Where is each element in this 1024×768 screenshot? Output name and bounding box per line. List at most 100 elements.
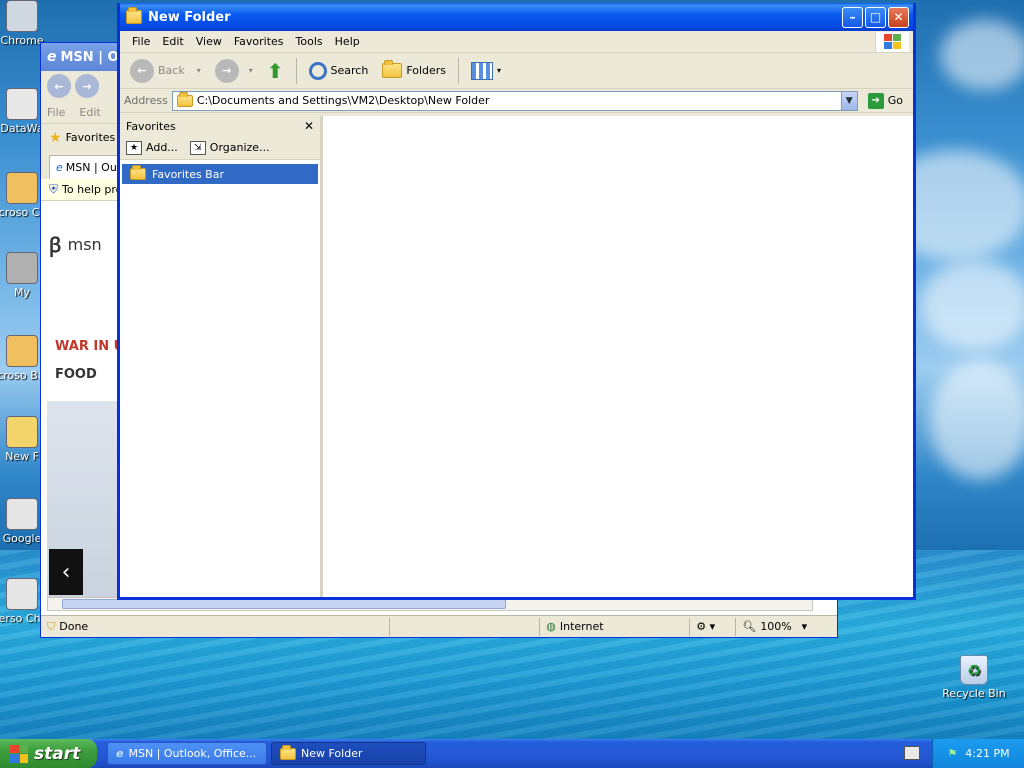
windows-flag-icon	[875, 31, 909, 52]
address-folder-icon	[176, 91, 193, 107]
add-favorite-button[interactable]: ★ Add...	[126, 140, 178, 155]
ie-back-icon[interactable]: ←	[47, 74, 71, 98]
recycle-bin-label: Recycle Bin	[942, 687, 1006, 700]
back-dropdown-icon: ▾	[196, 66, 201, 75]
menu-help[interactable]: Help	[329, 35, 366, 48]
start-button[interactable]: start	[0, 739, 97, 768]
favorites-pane: Favorites ✕ ★ Add... ⇲ Organize... Favor…	[120, 116, 323, 597]
taskbar-button-msn[interactable]: e MSN | Outlook, Office...	[107, 742, 267, 765]
ie-taskbar-icon: e	[116, 747, 124, 760]
ie-tab-icon: e	[56, 161, 63, 174]
msn-favorites-label[interactable]: Favorites	[66, 131, 116, 144]
menu-tools[interactable]: Tools	[290, 35, 329, 48]
taskbar: start e MSN | Outlook, Office... New Fol…	[0, 739, 1024, 768]
add-favorite-icon: ★	[126, 140, 142, 155]
desktop-icon[interactable]: Chrome	[0, 0, 60, 47]
desktop-icon-label: Chrome	[0, 34, 44, 47]
msn-nav-food[interactable]: FOOD	[55, 367, 97, 382]
desktop-icon-label: Google	[2, 532, 42, 545]
msn-menu-file[interactable]: File	[47, 106, 65, 119]
protected-mode-icon[interactable]: ⚙ ▾	[689, 617, 735, 636]
explorer-titlebar[interactable]: New Folder – □ ✕	[120, 3, 913, 31]
msn-status-done: Done	[59, 620, 89, 633]
explorer-window[interactable]: New Folder – □ ✕ File Edit View Favorite…	[117, 3, 916, 600]
carousel-prev-button[interactable]: ‹	[49, 549, 83, 595]
shield-icon: ⛨	[49, 182, 59, 196]
zoom-control[interactable]: 🔍︎ 100% ▾	[735, 617, 819, 636]
folder-title-icon	[126, 7, 142, 24]
views-icon	[471, 61, 494, 80]
desktop-shortcut-icon	[6, 335, 38, 367]
toolbar-separator	[458, 57, 460, 84]
menu-view[interactable]: View	[190, 35, 228, 48]
msn-butterfly-icon: ꞵ	[49, 233, 62, 257]
status-zone: ◍ Internet	[539, 617, 689, 636]
folders-icon	[382, 60, 403, 78]
zoom-icon: 🔍︎	[742, 620, 757, 633]
favorites-star-icon: ★	[49, 129, 62, 146]
address-bar: Address C:\Documents and Settings\VM2\De…	[120, 89, 913, 113]
folder-icon	[130, 165, 146, 180]
go-button[interactable]: ➔ Go	[862, 92, 909, 109]
views-dropdown-icon: ▾	[497, 66, 502, 75]
desktop-shortcut-icon	[6, 252, 38, 284]
favorites-pane-title: Favorites	[126, 119, 176, 133]
ie-icon: e	[47, 49, 57, 65]
msn-headline[interactable]: WAR IN U	[55, 339, 124, 354]
cloud	[930, 360, 1024, 480]
desktop-shortcut-icon	[6, 416, 38, 448]
menu-edit[interactable]: Edit	[156, 35, 189, 48]
organize-icon: ⇲	[189, 140, 206, 155]
forward-button[interactable]: → ▾	[211, 57, 257, 85]
favorites-pane-actions: ★ Add... ⇲ Organize...	[120, 136, 320, 160]
network-tray-icon[interactable]: ⚑	[947, 747, 957, 760]
address-value: C:\Documents and Settings\VM2\Desktop\Ne…	[196, 94, 490, 107]
forward-dropdown-icon: ▾	[248, 66, 253, 75]
msn-window-title: MSN | O	[60, 49, 119, 65]
desktop-shortcut-icon	[6, 498, 38, 530]
folders-button[interactable]: Folders	[378, 60, 450, 80]
msn-menu-edit[interactable]: Edit	[79, 106, 100, 119]
msn-scroll-thumb[interactable]	[62, 599, 506, 609]
zoom-dropdown-icon: ▾	[801, 620, 808, 633]
windows-logo-icon	[10, 744, 28, 763]
back-button[interactable]: ← Back ▾	[126, 57, 205, 85]
msn-info-text: To help pro	[62, 183, 123, 196]
address-label: Address	[124, 94, 168, 107]
status-spacer	[389, 617, 539, 636]
msn-tab[interactable]: e MSN | Ou	[49, 155, 124, 179]
desktop-shortcut-icon	[6, 172, 38, 204]
address-dropdown-icon[interactable]: ▼	[840, 91, 857, 110]
cloud	[940, 20, 1024, 90]
ie-forward-icon[interactable]: →	[75, 74, 99, 98]
clock[interactable]: 4:21 PM	[965, 747, 1009, 760]
folder-taskbar-icon	[280, 744, 296, 760]
favorites-list: Favorites Bar	[120, 160, 320, 188]
pane-close-icon[interactable]: ✕	[304, 119, 314, 133]
globe-icon: ◍	[546, 620, 556, 633]
recycle-bin-icon: ♻	[960, 655, 988, 685]
page-status-icon: ⛉	[47, 619, 56, 633]
menu-file[interactable]: File	[126, 35, 156, 48]
views-button[interactable]: ▾	[467, 60, 505, 82]
favorites-item-favorites-bar[interactable]: Favorites Bar	[122, 164, 318, 184]
desktop-shortcut-icon	[6, 0, 38, 32]
search-button[interactable]: Search	[305, 60, 373, 82]
msn-status-bar: ⛉ Done ◍ Internet ⚙ ▾ 🔍︎ 100% ▾	[41, 615, 837, 637]
explorer-toolbar: ← Back ▾ → ▾ ⬆ Search Folders ▾	[120, 53, 913, 89]
favorites-pane-header: Favorites ✕	[120, 116, 320, 136]
minimize-button[interactable]: –	[842, 6, 863, 28]
maximize-button[interactable]: □	[865, 6, 886, 28]
menu-favorites[interactable]: Favorites	[228, 35, 290, 48]
keyboard-icon[interactable]	[904, 746, 920, 760]
cloud	[920, 260, 1024, 350]
organize-favorites-button[interactable]: ⇲ Organize...	[189, 140, 270, 155]
desktop-shortcut-icon	[6, 578, 38, 610]
taskbar-button-new-folder[interactable]: New Folder	[271, 742, 426, 765]
folder-content-area[interactable]	[323, 116, 913, 597]
recycle-bin[interactable]: ♻ Recycle Bin	[936, 655, 1012, 700]
close-button[interactable]: ✕	[888, 6, 909, 28]
up-folder-button[interactable]: ⬆	[263, 57, 288, 85]
address-input[interactable]: C:\Documents and Settings\VM2\Desktop\Ne…	[171, 90, 858, 111]
explorer-body: Favorites ✕ ★ Add... ⇲ Organize... Favor…	[120, 116, 913, 597]
